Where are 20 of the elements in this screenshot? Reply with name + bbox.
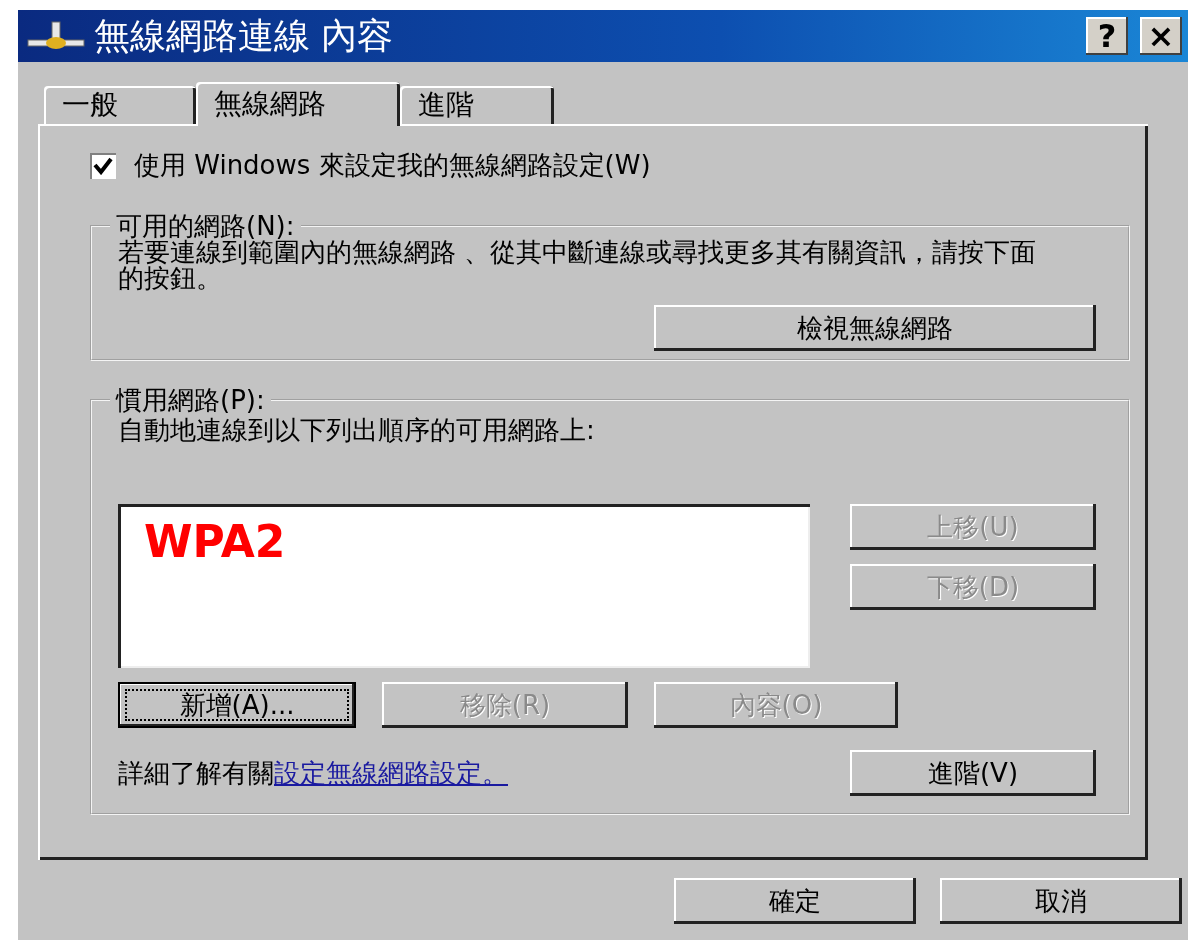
window-title: 無線網路連線 內容 [94, 13, 395, 58]
learn-more-text: 詳細了解有關設定無線網路設定。 [118, 756, 508, 790]
action-button[interactable]: 新增(A)... [118, 682, 356, 728]
cancel-button[interactable]: 取消 [940, 878, 1182, 924]
tab[interactable]: 進階 [400, 86, 554, 124]
advanced-button[interactable]: 進階(V) [850, 750, 1096, 796]
tab[interactable]: 無線網路 [196, 82, 400, 126]
tab[interactable]: 一般 [44, 86, 196, 124]
settings-link[interactable]: 設定無線網路設定。 [274, 757, 508, 788]
description: 若要連線到範圍內的無線網路 、從其中斷連線或尋找更多其有關資訊，請按下面的按鈕。 [118, 239, 1038, 291]
group-title: 可用的網路(N): [115, 213, 295, 239]
checkbox-label: 使用 Windows 來設定我的無線網路設定(W) [134, 149, 651, 182]
close-button[interactable]: × [1140, 17, 1182, 55]
help-button[interactable]: ? [1086, 17, 1128, 55]
group-title: 慣用網路(P): [114, 387, 266, 413]
network-item[interactable]: WPA2 [144, 518, 784, 567]
checkbox[interactable] [90, 152, 116, 179]
ok-button[interactable]: 確定 [674, 878, 916, 924]
view-networks-button[interactable]: 檢視無線網路 [654, 305, 1096, 351]
description: 自動地連線到以下列出順序的可用網路上: [118, 414, 596, 447]
